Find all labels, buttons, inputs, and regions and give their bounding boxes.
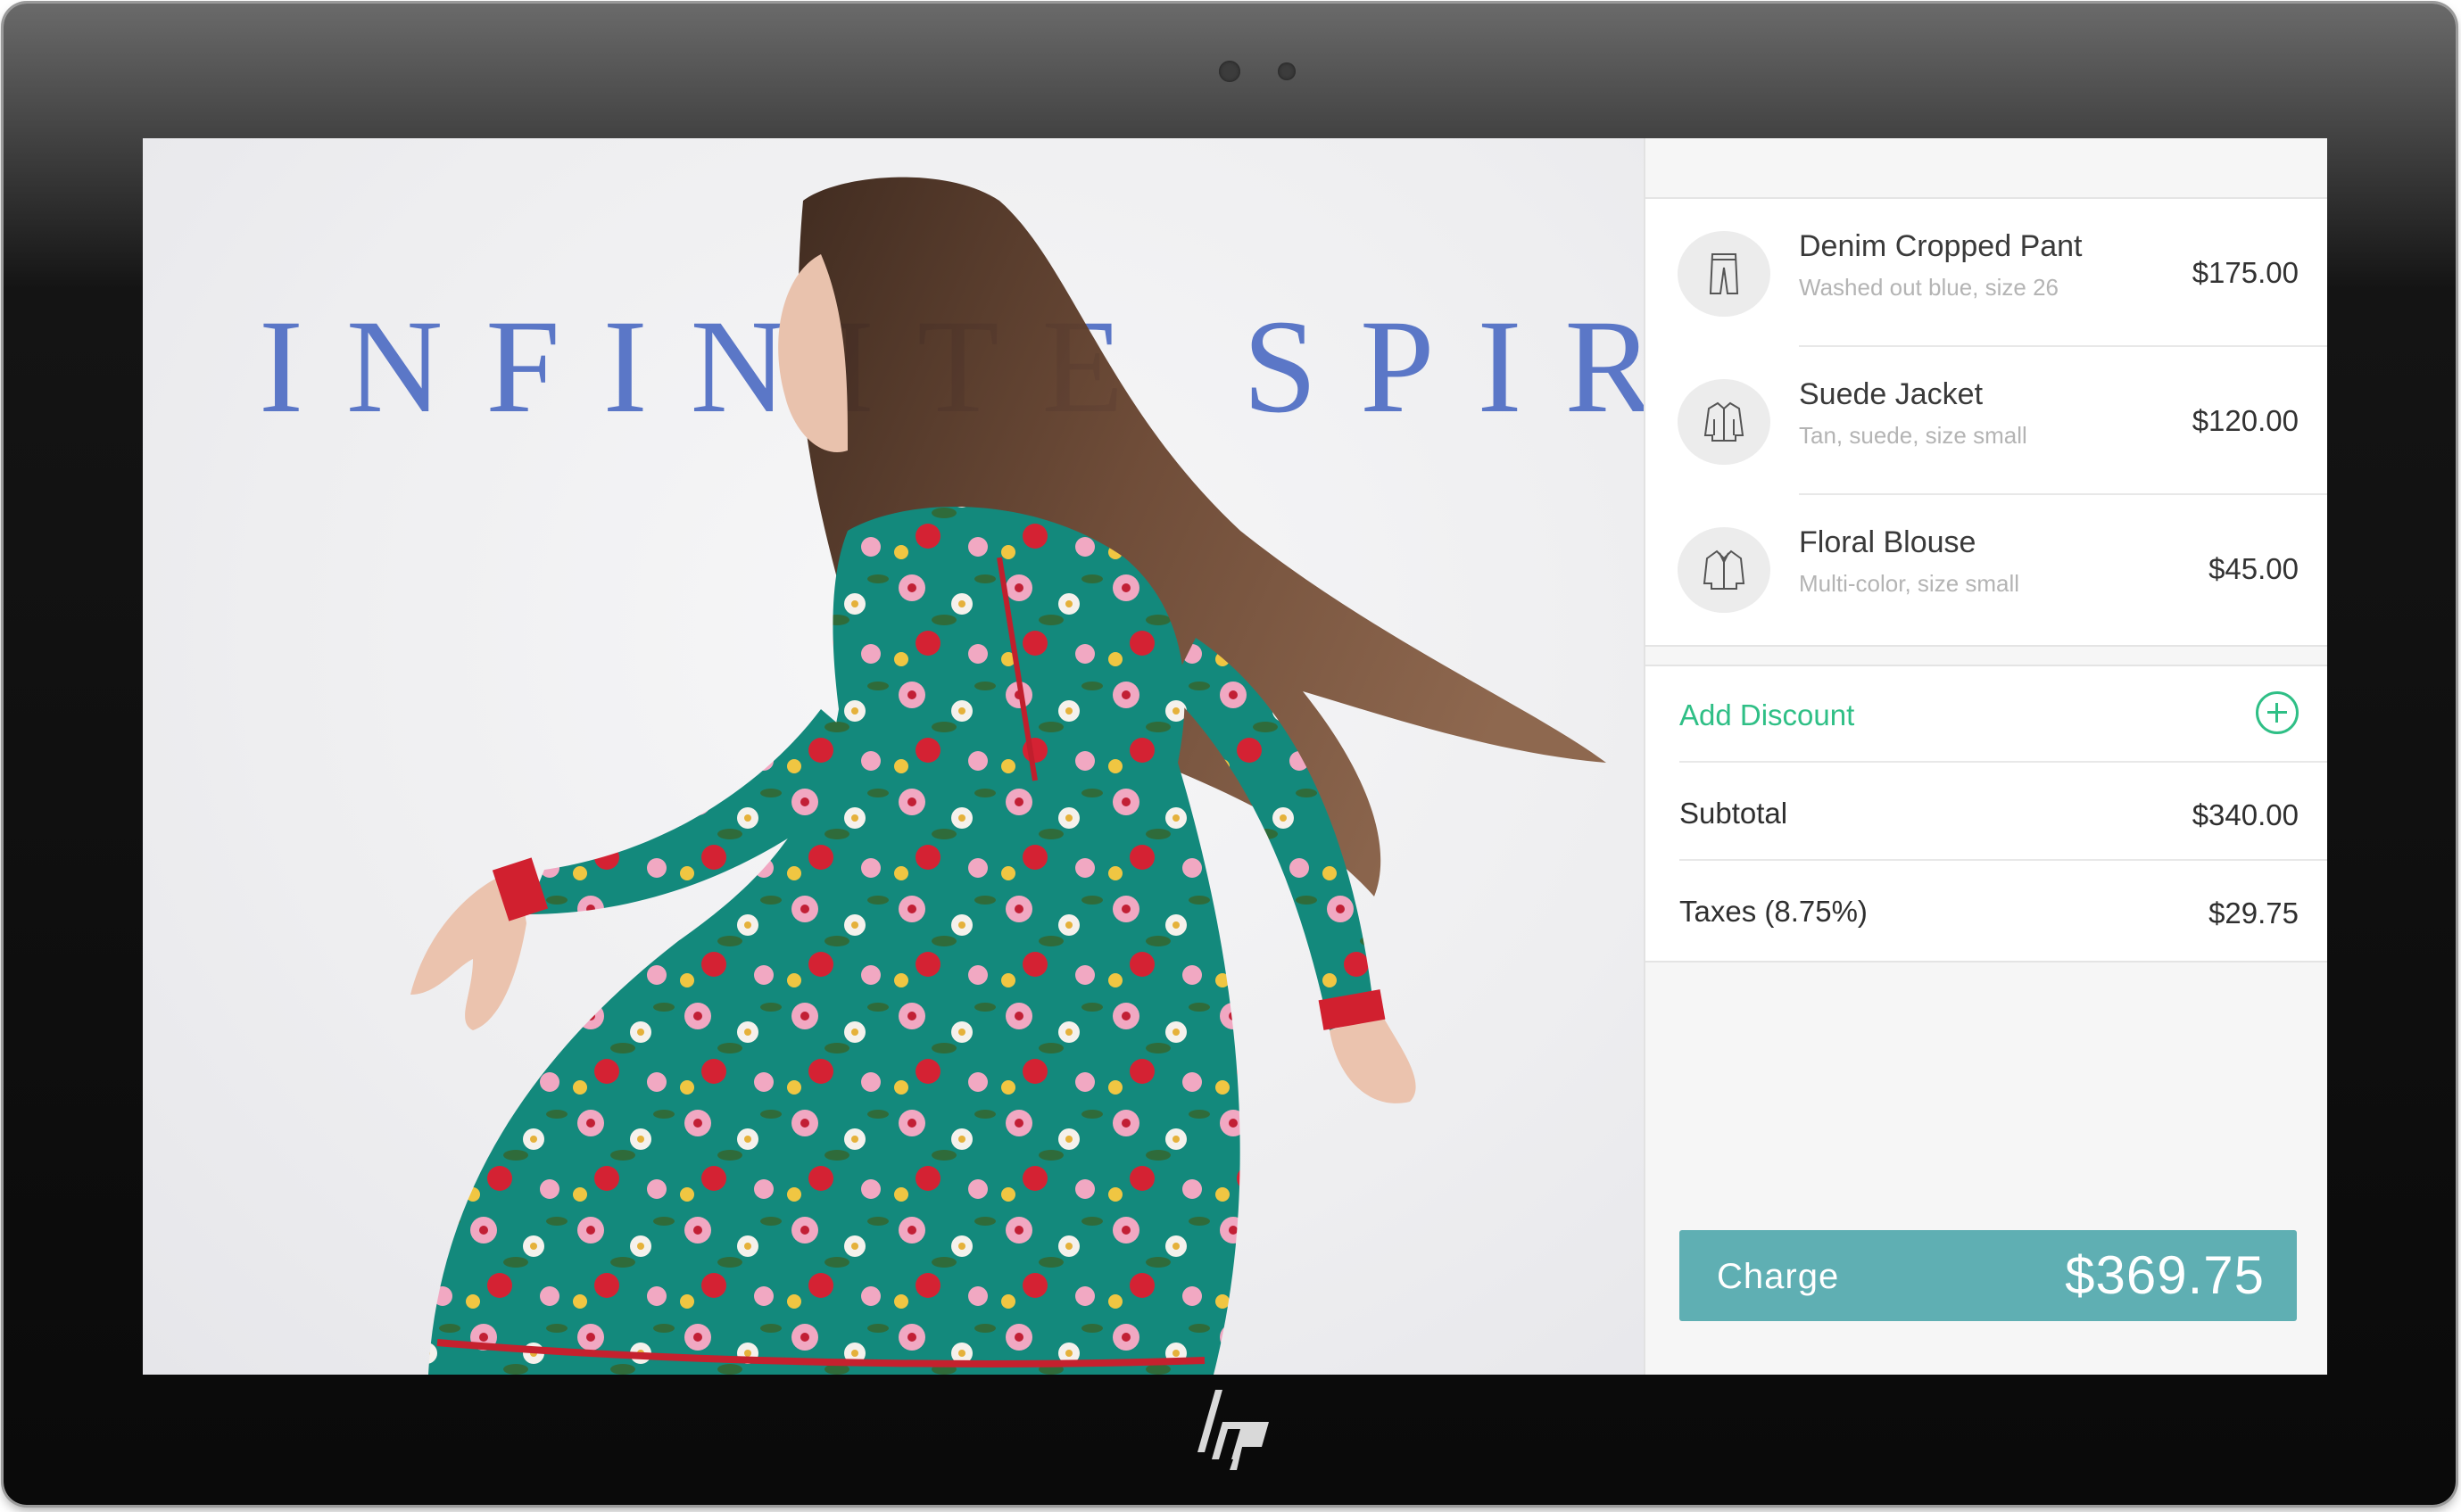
item-description: Washed out blue, size 26 <box>1799 274 2059 301</box>
model-photo <box>410 177 1606 1375</box>
taxes-row: Taxes (8.75%) $29.75 <box>1645 863 2327 959</box>
hp-logo-icon <box>1197 1390 1269 1470</box>
divider <box>1679 859 2327 861</box>
item-price: $45.00 <box>2208 552 2299 585</box>
subtotal-value: $340.00 <box>2192 798 2299 831</box>
add-discount-link[interactable]: Add Discount <box>1679 698 1854 732</box>
charge-label: Charge <box>1717 1257 1840 1296</box>
item-price: $120.00 <box>2192 404 2299 437</box>
taxes-value: $29.75 <box>2208 896 2299 930</box>
item-name: Denim Cropped Pant <box>1799 229 2083 263</box>
pos-screen: INFINITE SPIRIT <box>143 138 2327 1375</box>
plus-circle-icon[interactable] <box>2256 691 2299 734</box>
taxes-label: Taxes (8.75%) <box>1679 895 1868 928</box>
cart-item[interactable]: Denim Cropped Pant Washed out blue, size… <box>1645 199 2327 347</box>
tablet-device: INFINITE SPIRIT <box>4 4 2456 1505</box>
subtotal-label: Subtotal <box>1679 797 1788 830</box>
item-name: Suede Jacket <box>1799 377 1984 411</box>
order-summary: Add Discount Subtotal $340.00 Taxes (8.7… <box>1645 665 2327 963</box>
hero-banner: INFINITE SPIRIT <box>143 138 1644 1375</box>
cart-items-list: Denim Cropped Pant Washed out blue, size… <box>1645 197 2327 647</box>
cart-item[interactable]: Floral Blouse Multi-color, size small $4… <box>1645 495 2327 643</box>
charge-amount: $369.75 <box>2065 1245 2265 1305</box>
item-thumbnail <box>1678 379 1770 465</box>
cart-item[interactable]: Suede Jacket Tan, suede, size small $120… <box>1645 347 2327 495</box>
item-description: Multi-color, size small <box>1799 570 2020 597</box>
blouse-icon <box>1703 549 1745 590</box>
subtotal-row: Subtotal $340.00 <box>1645 764 2327 861</box>
item-thumbnail <box>1678 231 1770 317</box>
item-description: Tan, suede, size small <box>1799 422 2027 449</box>
add-discount-row[interactable]: Add Discount <box>1645 666 2327 763</box>
pants-icon <box>1709 253 1739 294</box>
item-name: Floral Blouse <box>1799 525 1976 559</box>
camera-lens <box>1219 61 1240 82</box>
divider <box>1679 761 2327 763</box>
jacket-icon <box>1703 401 1744 442</box>
item-thumbnail <box>1678 527 1770 613</box>
charge-button[interactable]: Charge $369.75 <box>1679 1230 2297 1321</box>
cart-panel: Denim Cropped Pant Washed out blue, size… <box>1644 138 2327 1375</box>
item-price: $175.00 <box>2192 256 2299 289</box>
sensor-dot <box>1278 62 1296 80</box>
